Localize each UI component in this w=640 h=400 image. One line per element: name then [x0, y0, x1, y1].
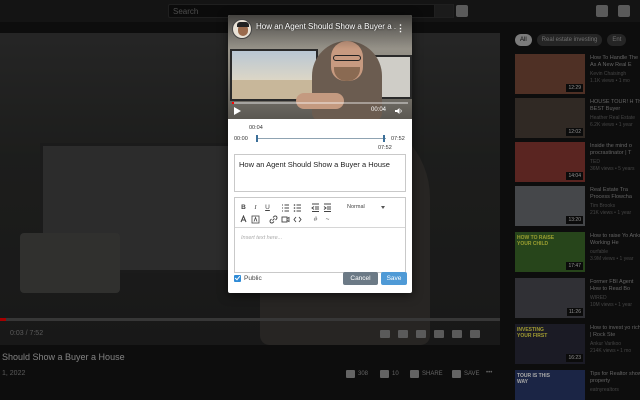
save-button[interactable]: Save: [381, 272, 407, 285]
text-color-icon[interactable]: [239, 215, 248, 224]
play-icon[interactable]: [234, 107, 241, 115]
link-icon[interactable]: [269, 215, 278, 224]
embedded-video-player[interactable]: How an Agent Should Show a Buyer a ... ⋮…: [228, 15, 412, 119]
underline-button[interactable]: U: [263, 203, 272, 212]
indent-icon[interactable]: [323, 203, 332, 212]
cancel-button[interactable]: Cancel: [343, 272, 378, 285]
outdent-icon[interactable]: [311, 203, 320, 212]
editor-toolbar: B I U Normal # ~: [235, 198, 405, 228]
clip-trim-slider: 00:04 00:00 07:52 07:52: [228, 121, 412, 157]
text-format-select[interactable]: Normal: [347, 203, 385, 212]
trim-end-handle[interactable]: [383, 135, 385, 142]
trim-current-time: 00:04: [249, 125, 263, 131]
embedded-video-time: 00:04: [371, 107, 387, 113]
trim-end-time: 07:52: [391, 136, 405, 142]
trim-end-handle-time: 07:52: [378, 145, 392, 151]
bullet-list-icon[interactable]: [293, 203, 302, 212]
tilde-icon[interactable]: ~: [323, 215, 332, 224]
public-label: Public: [244, 275, 262, 282]
volume-icon[interactable]: [395, 107, 403, 115]
trim-track[interactable]: [256, 138, 386, 139]
trim-start-handle[interactable]: [256, 135, 258, 142]
trim-start-time: 00:00: [234, 136, 248, 142]
notes-editor[interactable]: B I U Normal # ~ Insert text here...: [234, 197, 406, 273]
public-checkbox[interactable]: [234, 275, 241, 282]
italic-button[interactable]: I: [251, 203, 260, 212]
clip-editor-modal: How an Agent Should Show a Buyer a ... ⋮…: [228, 15, 412, 293]
highlight-color-icon[interactable]: [251, 215, 260, 224]
clip-title-input[interactable]: How an Agent Should Show a Buyer a House: [234, 154, 406, 192]
bold-button[interactable]: B: [239, 203, 248, 212]
video-frame-glasses: [333, 55, 361, 61]
code-block-icon[interactable]: [293, 215, 302, 224]
notes-placeholder: Insert text here...: [241, 235, 283, 241]
embedded-video-title[interactable]: How an Agent Should Show a Buyer a ...: [256, 22, 396, 31]
more-options-icon[interactable]: ⋮: [396, 23, 405, 34]
page: Search 0:03 / 7:52 Should Show a Buyer a…: [0, 0, 640, 400]
embedded-video-progress[interactable]: [232, 102, 408, 104]
ordered-list-icon[interactable]: [281, 203, 290, 212]
video-frame-hands: [296, 93, 344, 109]
video-embed-icon[interactable]: [281, 215, 290, 224]
video-title-overlay: [228, 15, 412, 49]
hashtag-icon[interactable]: #: [311, 215, 320, 224]
channel-avatar[interactable]: [232, 19, 252, 39]
public-toggle[interactable]: Public: [234, 275, 262, 282]
